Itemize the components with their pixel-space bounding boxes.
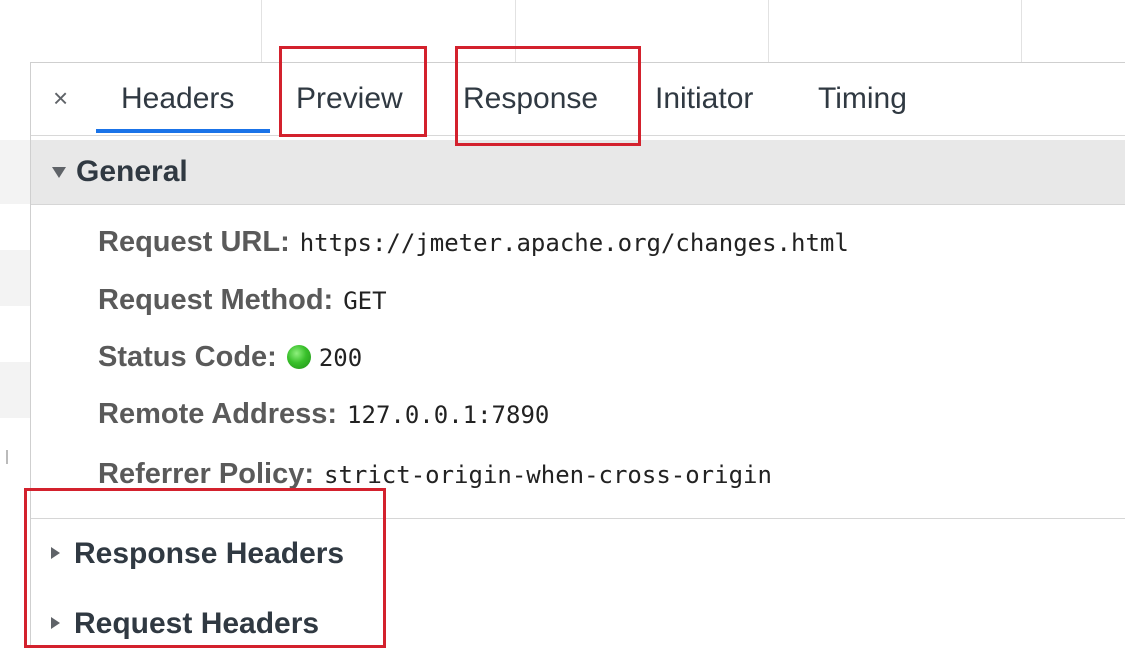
remote-address-label: Remote Address: (98, 398, 338, 430)
request-method-value: GET (343, 287, 387, 315)
response-annotation-box (455, 46, 641, 146)
request-method-label: Request Method: (98, 284, 334, 316)
status-code-label: Status Code: (98, 341, 277, 373)
column-divider[interactable] (768, 0, 769, 62)
remote-address-value: 127.0.0.1:7890 (347, 401, 550, 429)
active-tab-indicator (96, 129, 270, 133)
close-icon[interactable]: × (53, 83, 68, 113)
list-row[interactable] (0, 250, 30, 306)
column-divider[interactable] (261, 0, 262, 62)
list-row[interactable] (0, 140, 30, 204)
preview-annotation-box (279, 46, 427, 137)
general-section-title: General (76, 155, 188, 188)
tab-headers[interactable]: Headers (121, 81, 234, 117)
referrer-policy-value: strict-origin-when-cross-origin (324, 461, 772, 489)
request-url-label: Request URL: (98, 226, 290, 258)
list-row[interactable] (0, 362, 30, 418)
tab-timing[interactable]: Timing (818, 81, 907, 117)
status-code-row: Status Code: 200 (98, 339, 362, 376)
request-method-row: Request Method: GET (98, 282, 387, 319)
resize-handle[interactable] (6, 450, 8, 464)
general-section-header[interactable]: General (31, 140, 1125, 205)
tab-initiator[interactable]: Initiator (655, 81, 753, 117)
column-divider[interactable] (1021, 0, 1022, 62)
triangle-down-icon (52, 167, 66, 178)
remote-address-row: Remote Address: 127.0.0.1:7890 (98, 396, 549, 433)
status-code-value: 200 (318, 344, 363, 372)
green-dot-icon (286, 345, 311, 369)
request-url-row: Request URL: https://jmeter.apache.org/ch… (98, 224, 849, 261)
referrer-policy-label: Referrer Policy: (98, 458, 314, 490)
request-url-value: https://jmeter.apache.org/changes.html (299, 229, 849, 257)
headers-annotation-box (24, 488, 386, 648)
